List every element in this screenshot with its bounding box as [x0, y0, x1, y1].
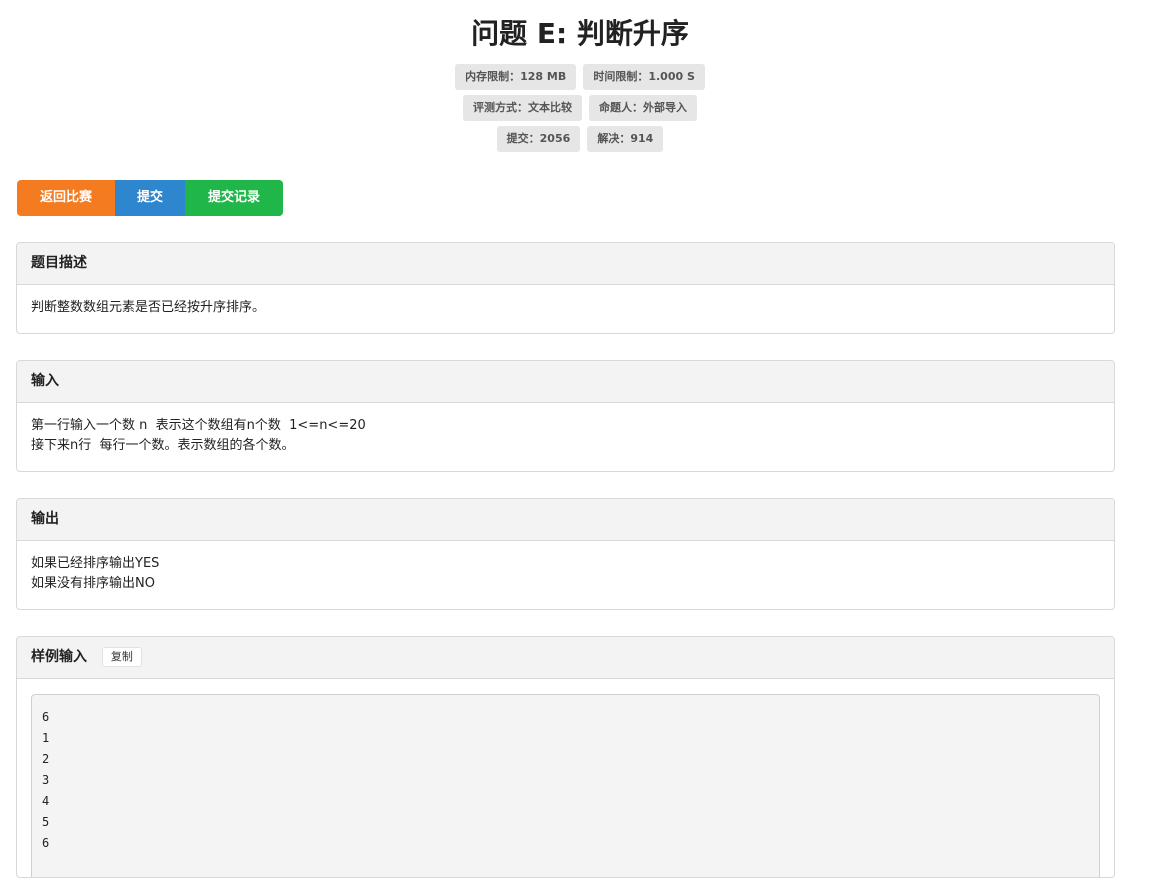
submission-records-button[interactable]: 提交记录: [185, 180, 283, 216]
description-panel: 题目描述 判断整数数组元素是否已经按升序排序。: [16, 242, 1115, 334]
code-line: 6: [42, 836, 50, 850]
output-heading: 输出: [17, 499, 1114, 541]
code-line: 3: [42, 773, 50, 787]
output-text: 如果已经排序输出YES 如果没有排序输出NO: [17, 541, 1114, 607]
problem-title: 问题 E: 判断升序: [471, 17, 689, 50]
stats-row: 提交：2056 解决：914: [0, 126, 1155, 152]
judge-method-badge: 评测方式：文本比较: [462, 95, 582, 121]
copy-button[interactable]: 复制: [101, 647, 142, 667]
time-limit-badge: 时间限制：1.000 S: [583, 64, 705, 90]
input-panel: 输入 第一行输入一个数 n 表示这个数组有n个数 1<=n<=20 接下来n行 …: [16, 360, 1115, 472]
code-line: 5: [42, 815, 50, 829]
memory-limit-badge: 内存限制：128 MB: [455, 64, 577, 90]
output-line: 如果已经排序输出YES: [31, 556, 160, 571]
back-to-contest-button[interactable]: 返回比赛: [17, 180, 115, 216]
sample-input-header: 样例输入 复制: [17, 637, 1114, 679]
code-line: 2: [42, 752, 50, 766]
code-line: 1: [42, 731, 50, 745]
output-line: 如果没有排序输出NO: [31, 576, 155, 591]
limits-row: 内存限制：128 MB 时间限制：1.000 S: [0, 64, 1155, 90]
solved-badge: 解决：914: [587, 126, 664, 152]
author-badge: 命题人：外部导入: [589, 95, 698, 121]
output-panel: 输出 如果已经排序输出YES 如果没有排序输出NO: [16, 498, 1115, 610]
sample-input-code: 6 1 2 3 4 5 6: [31, 694, 1100, 877]
sample-input-panel: 样例输入 复制 6 1 2 3 4 5 6: [16, 636, 1115, 878]
input-heading: 输入: [17, 361, 1114, 403]
input-text: 第一行输入一个数 n 表示这个数组有n个数 1<=n<=20 接下来n行 每行一…: [17, 403, 1114, 469]
code-line: 6: [42, 710, 50, 724]
sample-input-heading: 样例输入: [31, 649, 87, 665]
submissions-badge: 提交：2056: [496, 126, 581, 152]
submit-button[interactable]: 提交: [115, 180, 185, 216]
code-line: 4: [42, 794, 50, 808]
description-text: 判断整数数组元素是否已经按升序排序。: [31, 300, 266, 315]
judge-row: 评测方式：文本比较 命题人：外部导入: [0, 95, 1155, 121]
input-line: 第一行输入一个数 n 表示这个数组有n个数 1<=n<=20: [31, 418, 366, 433]
description-heading: 题目描述: [17, 243, 1114, 285]
action-buttons: 返回比赛 提交 提交记录: [17, 180, 283, 216]
input-line: 接下来n行 每行一个数。表示数组的各个数。: [31, 438, 295, 453]
